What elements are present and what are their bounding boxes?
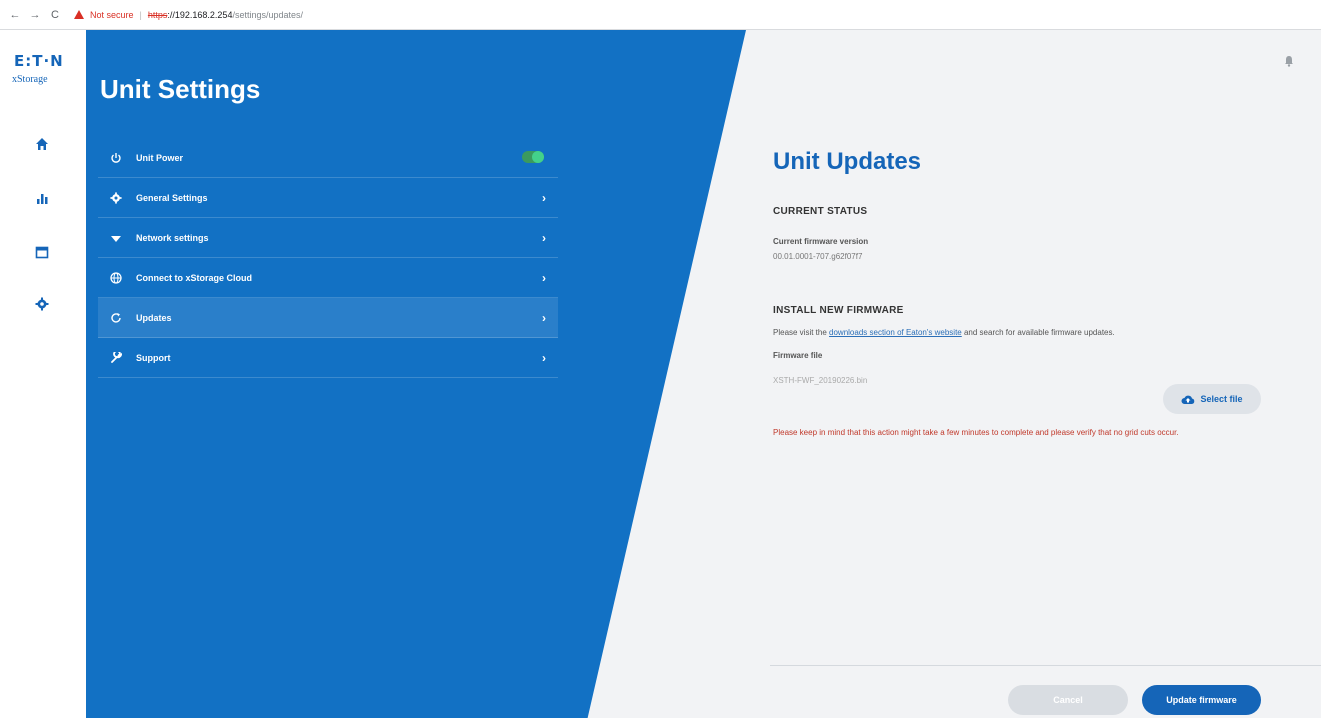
bar-chart-icon[interactable] — [34, 190, 50, 206]
update-firmware-button[interactable]: Update firmware — [1142, 685, 1261, 715]
wrench-icon — [108, 350, 124, 366]
xstorage-logo-text: xStorage — [12, 74, 48, 85]
downloads-link[interactable]: downloads section of Eaton's website — [829, 328, 962, 337]
nav-rail: E:T·N xStorage — [0, 30, 86, 718]
url-host: ://192.168.2.254 — [167, 9, 233, 20]
select-file-button[interactable]: Select file — [1163, 384, 1261, 414]
firmware-file-label: Firmware file — [773, 351, 823, 360]
settings-title: Unit Settings — [100, 74, 261, 104]
menu-item-label: Unit Power — [136, 152, 184, 163]
install-firmware-heading: INSTALL NEW FIRMWARE — [773, 305, 904, 316]
unit-power-toggle[interactable] — [522, 151, 544, 163]
footer-divider — [770, 665, 1321, 666]
install-description: Please visit the downloads section of Ea… — [773, 328, 1293, 337]
current-firmware-value: 00.01.0001-707.g62f07f7 — [773, 252, 863, 261]
menu-item-general-settings[interactable]: General Settings › — [98, 178, 558, 218]
url-protocol: https — [147, 9, 168, 20]
security-label[interactable]: Not secure — [90, 10, 134, 20]
home-icon[interactable] — [34, 136, 50, 152]
select-file-label: Select file — [1200, 394, 1243, 404]
menu-item-label: Updates — [136, 312, 172, 323]
current-status-heading: CURRENT STATUS — [773, 206, 868, 217]
menu-item-label: General Settings — [136, 192, 208, 203]
cancel-button[interactable]: Cancel — [1008, 685, 1128, 715]
globe-icon — [108, 270, 124, 286]
browser-bar: ← → C Not secure | https ://192.168.2.25… — [0, 0, 1321, 30]
current-firmware-label: Current firmware version — [773, 237, 869, 246]
chevron-right-icon: › — [542, 311, 546, 325]
calendar-icon[interactable] — [34, 244, 50, 260]
page-title: Unit Updates — [773, 148, 922, 175]
eaton-logo[interactable]: E:T·N — [14, 52, 64, 70]
url-separator: | — [139, 9, 142, 20]
install-desc-suffix: and search for available firmware update… — [961, 328, 1115, 337]
chevron-right-icon: › — [542, 191, 546, 205]
menu-item-updates[interactable]: Updates › — [98, 298, 558, 338]
menu-item-connect-cloud[interactable]: Connect to xStorage Cloud › — [98, 258, 558, 298]
refresh-icon — [108, 310, 124, 326]
gear-icon — [108, 190, 124, 206]
power-icon — [108, 150, 124, 166]
menu-item-support[interactable]: Support › — [98, 338, 558, 378]
menu-item-label: Connect to xStorage Cloud — [136, 272, 253, 283]
bell-icon[interactable] — [1284, 54, 1294, 67]
back-arrow-icon[interactable]: ← — [8, 8, 22, 22]
firmware-warning-text: Please keep in mind that this action mig… — [773, 428, 1179, 437]
menu-item-network-settings[interactable]: Network settings › — [98, 218, 558, 258]
chevron-right-icon: › — [542, 351, 546, 365]
url-path: /settings/updates/ — [232, 9, 303, 20]
menu-item-label: Support — [136, 352, 171, 363]
menu-item-unit-power[interactable]: Unit Power — [98, 138, 558, 178]
install-desc-prefix: Please visit the — [773, 328, 830, 337]
menu-item-label: Network settings — [136, 232, 209, 243]
cloud-upload-icon — [1181, 395, 1195, 404]
reload-icon[interactable]: C — [48, 8, 62, 22]
chevron-right-icon: › — [542, 231, 546, 245]
warning-icon — [74, 10, 84, 19]
address-bar[interactable]: https ://192.168.2.254 /settings/updates… — [148, 10, 303, 20]
wifi-icon — [108, 230, 124, 246]
settings-menu: Unit Power General Settings › Network se… — [98, 138, 558, 378]
forward-arrow-icon[interactable]: → — [28, 8, 42, 22]
chevron-right-icon: › — [542, 271, 546, 285]
gear-icon[interactable] — [34, 296, 50, 312]
